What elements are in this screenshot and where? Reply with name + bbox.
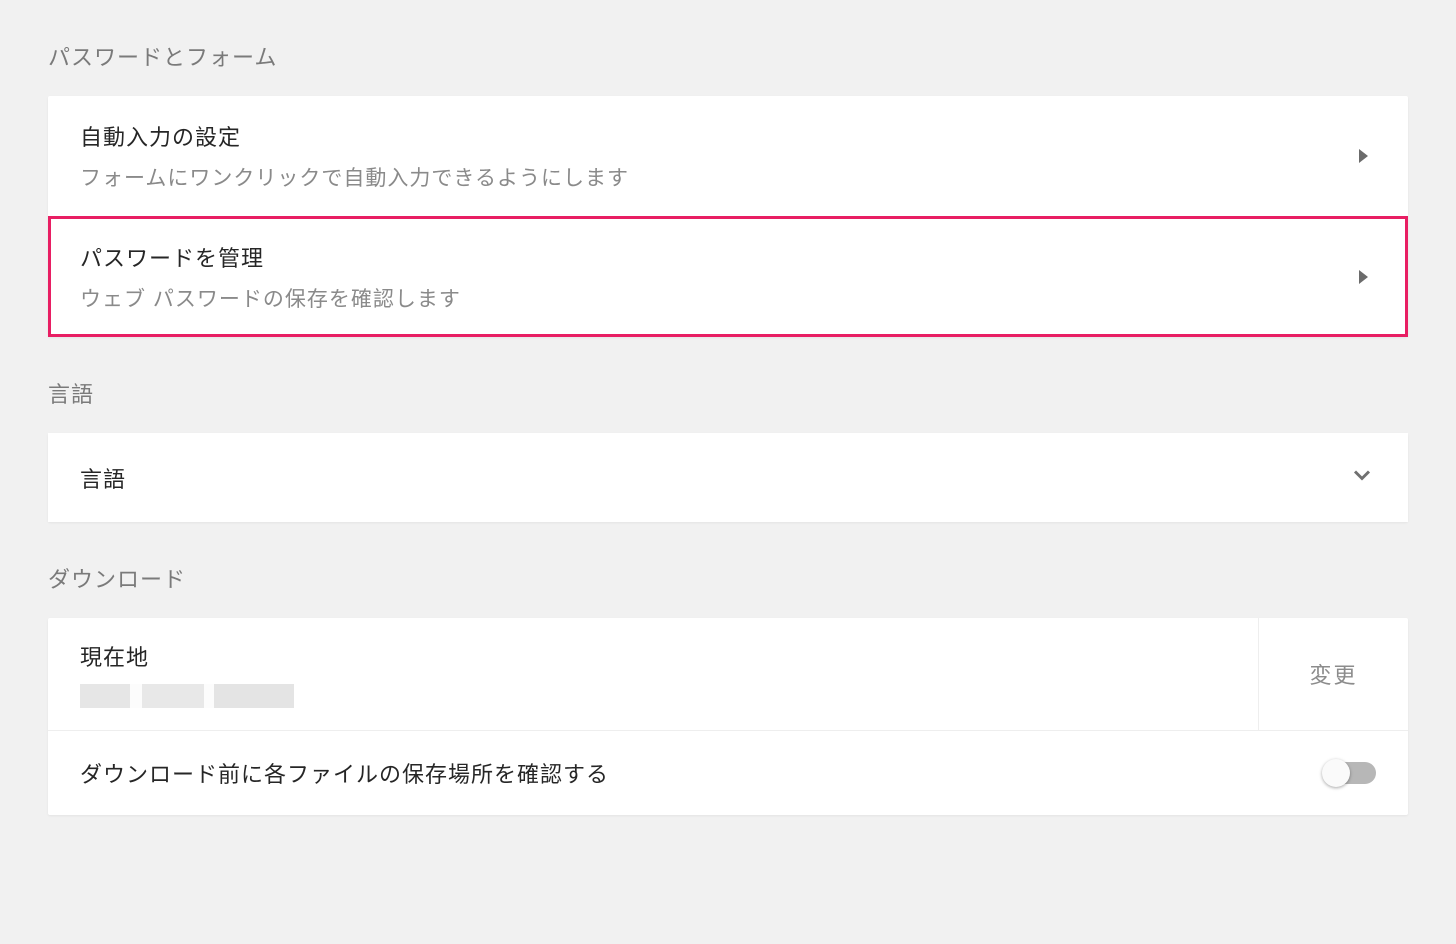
- language-expand-row[interactable]: 言語: [48, 433, 1408, 522]
- ask-before-download-row: ダウンロード前に各ファイルの保存場所を確認する: [48, 730, 1408, 815]
- chevron-right-icon: [1359, 270, 1368, 284]
- passwords-card: 自動入力の設定 フォームにワンクリックで自動入力できるようにします パスワードを…: [48, 96, 1408, 337]
- download-location-left: 現在地: [48, 618, 1258, 730]
- language-title: 言語: [80, 462, 126, 494]
- manage-passwords-title: パスワードを管理: [80, 241, 461, 273]
- manage-passwords-row[interactable]: パスワードを管理 ウェブ パスワードの保存を確認します: [48, 216, 1408, 337]
- ask-before-download-title: ダウンロード前に各ファイルの保存場所を確認する: [80, 757, 609, 789]
- chevron-right-icon: [1359, 149, 1368, 163]
- language-card: 言語: [48, 433, 1408, 522]
- download-location-path-redacted: [80, 684, 320, 708]
- download-location-title: 現在地: [80, 640, 1226, 672]
- manage-passwords-subtitle: ウェブ パスワードの保存を確認します: [80, 283, 461, 313]
- autofill-subtitle: フォームにワンクリックで自動入力できるようにします: [80, 162, 629, 192]
- autofill-text: 自動入力の設定 フォームにワンクリックで自動入力できるようにします: [80, 120, 629, 192]
- section-header-language: 言語: [48, 377, 1408, 409]
- change-location-button[interactable]: 変更: [1258, 618, 1408, 730]
- autofill-settings-row[interactable]: 自動入力の設定 フォームにワンクリックで自動入力できるようにします: [48, 96, 1408, 216]
- download-location-row: 現在地 変更: [48, 618, 1408, 730]
- autofill-title: 自動入力の設定: [80, 120, 629, 152]
- section-header-passwords: パスワードとフォーム: [48, 40, 1408, 72]
- chevron-down-icon: [1348, 461, 1376, 494]
- download-card: 現在地 変更 ダウンロード前に各ファイルの保存場所を確認する: [48, 618, 1408, 815]
- manage-passwords-text: パスワードを管理 ウェブ パスワードの保存を確認します: [80, 241, 461, 313]
- section-header-download: ダウンロード: [48, 562, 1408, 594]
- toggle-knob: [1322, 759, 1350, 787]
- ask-before-download-toggle[interactable]: [1324, 762, 1376, 784]
